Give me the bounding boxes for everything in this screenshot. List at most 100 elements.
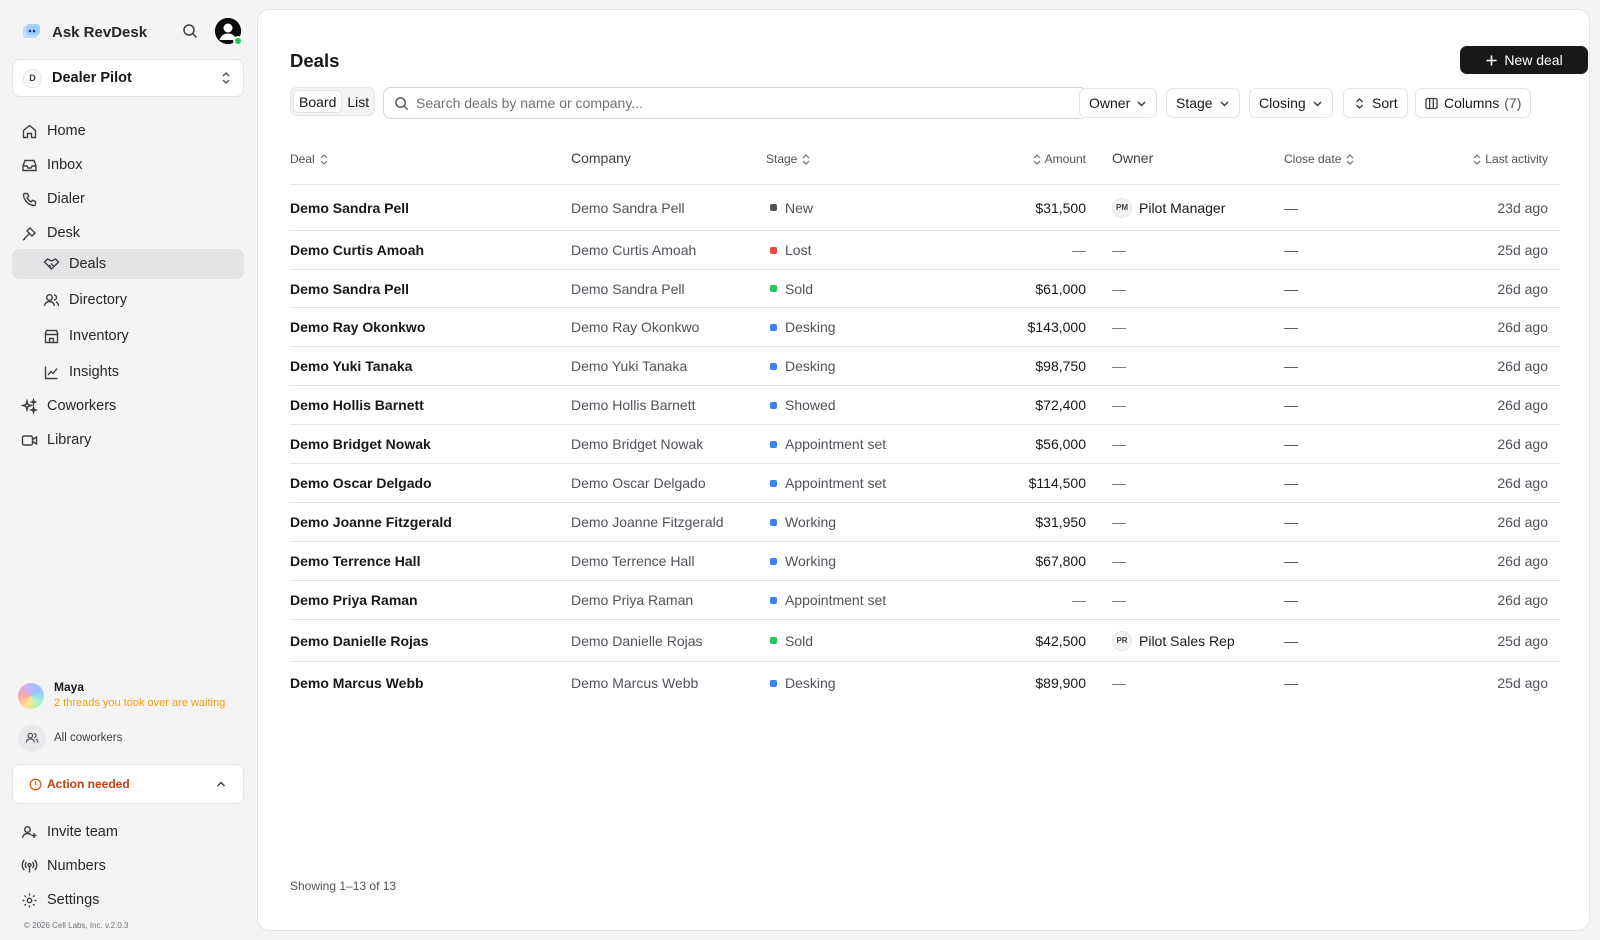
columns-button[interactable]: Columns (7) [1415,88,1532,118]
deal-name[interactable]: Demo Oscar Delgado [290,475,432,491]
store-icon [43,328,60,345]
col-company-label: Company [571,150,631,166]
stage-cell: Sold [770,281,813,297]
workspace-switcher[interactable]: D Dealer Pilot [12,59,244,97]
closing-filter-button[interactable]: Closing [1249,88,1333,118]
company-name: Demo Priya Raman [571,592,694,608]
nav-dialer[interactable]: Dialer [12,184,244,214]
stage-indicator [770,596,777,604]
table-row[interactable]: Demo Curtis Amoah Demo Curtis Amoah Lost — —… [290,231,1560,270]
user-avatar[interactable] [215,18,243,46]
nav-inventory[interactable]: Inventory [12,321,244,351]
close-date-value: — [1284,319,1298,335]
stage-indicator [770,557,777,565]
search-icon [394,96,409,111]
stage-label: Appointment set [785,436,887,452]
owner-cell: — [1112,281,1126,297]
owner-name: — [1112,397,1126,413]
owner-cell: — [1112,242,1126,258]
nav-home[interactable]: Home [12,116,244,146]
table-row[interactable]: Demo Danielle Rojas Demo Danielle Rojas So… [290,620,1560,662]
deal-name[interactable]: Demo Priya Raman [290,592,418,608]
stage-indicator [770,401,777,409]
nav-inbox[interactable]: Inbox [12,150,244,180]
last-activity-value: 23d ago [1497,199,1548,216]
table-row[interactable]: Demo Sandra Pell Demo Sandra Pell New $31,5… [290,185,1560,231]
search-icon[interactable] [182,23,200,41]
nav-home-label: Home [47,123,86,139]
amount-value: $143,000 [1027,319,1086,335]
stage-filter-button[interactable]: Stage [1166,88,1240,118]
table-row[interactable]: Demo Oscar Delgado Demo Oscar Delgado Appo… [290,464,1560,503]
table-row[interactable]: Demo Priya Raman Demo Priya Raman Appointm… [290,581,1560,620]
col-deal-header[interactable]: Deal [290,152,328,166]
company-name: Demo Terrence Hall [571,553,695,569]
deal-name[interactable]: Demo Sandra Pell [290,200,409,216]
nav-directory[interactable]: Directory [12,285,244,315]
owner-cell: — [1112,475,1126,491]
deal-name[interactable]: Demo Curtis Amoah [290,242,424,258]
table-row[interactable]: Demo Yuki Tanaka Demo Yuki Tanaka Desking $… [290,347,1560,386]
deal-name[interactable]: Demo Yuki Tanaka [290,358,412,374]
inbox-icon [21,157,38,174]
col-close-date-header[interactable]: Close date [1284,152,1354,166]
close-date-value: — [1284,358,1298,374]
view-list-option[interactable]: List [342,90,374,113]
action-needed-panel[interactable]: Action needed [12,764,244,804]
video-icon [21,432,38,449]
deal-search-box[interactable] [383,87,1088,119]
new-deal-button[interactable]: New deal [1460,46,1588,74]
owner-cell: — [1112,675,1126,691]
search-input[interactable] [416,95,1077,111]
stage-label: Showed [785,397,836,413]
deal-name[interactable]: Demo Danielle Rojas [290,633,429,649]
nav-settings[interactable]: Settings [12,885,244,915]
table-row[interactable]: Demo Ray Okonkwo Demo Ray Okonkwo Desking $… [290,308,1560,347]
owner-filter-label: Owner [1089,95,1131,111]
all-coworkers-link[interactable]: All coworkers [18,724,122,752]
table-row[interactable]: Demo Marcus Webb Demo Marcus Webb Desking $… [290,662,1560,704]
nav-settings-label: Settings [47,892,100,908]
broadcast-icon [21,858,38,875]
deal-name[interactable]: Demo Hollis Barnett [290,397,424,413]
deal-name[interactable]: Demo Bridget Nowak [290,436,431,452]
company-name: Demo Curtis Amoah [571,242,697,258]
deal-name[interactable]: Demo Terrence Hall [290,553,420,569]
nav-numbers[interactable]: Numbers [12,851,244,881]
owner-cell: PR Pilot Sales Rep [1112,630,1235,651]
col-amount-header[interactable]: Amount [1033,152,1086,166]
nav-library[interactable]: Library [12,425,244,455]
table-row[interactable]: Demo Sandra Pell Demo Sandra Pell Sold $61,… [290,270,1560,308]
company-name: Demo Sandra Pell [571,280,685,297]
amount-value: $98,750 [1035,358,1086,374]
stage-indicator [770,518,777,526]
owner-filter-button[interactable]: Owner [1079,88,1158,118]
table-row[interactable]: Demo Terrence Hall Demo Terrence Hall Work… [290,542,1560,581]
nav-invite-team[interactable]: Invite team [12,817,244,847]
last-activity-value: 26d ago [1497,319,1548,335]
stage-label: Sold [785,280,814,297]
company-name: Demo Hollis Barnett [571,397,696,413]
nav-deals[interactable]: Deals [12,249,244,279]
coworker-maya[interactable]: Maya 2 threads you took over are waiting [18,677,248,713]
sort-icon [1346,153,1354,165]
nav-insights[interactable]: Insights [12,357,244,387]
col-last-activity-header[interactable]: Last activity [1473,152,1548,166]
sort-icon [1473,153,1481,165]
deal-name[interactable]: Demo Ray Okonkwo [290,319,425,335]
stage-label: Appointment set [785,475,887,491]
nav-desk[interactable]: Desk [12,218,244,248]
stage-indicator [770,204,777,211]
table-row[interactable]: Demo Joanne Fitzgerald Demo Joanne Fitzge… [290,503,1560,542]
col-stage-header[interactable]: Stage [766,152,810,166]
deal-name[interactable]: Demo Joanne Fitzgerald [290,514,452,530]
deal-name[interactable]: Demo Sandra Pell [290,281,409,297]
sort-button[interactable]: Sort [1343,88,1408,118]
col-owner-header: Owner [1112,150,1153,166]
table-row[interactable]: Demo Hollis Barnett Demo Hollis Barnett Sh… [290,386,1560,425]
table-row[interactable]: Demo Bridget Nowak Demo Bridget Nowak Appo… [290,425,1560,464]
deal-name[interactable]: Demo Marcus Webb [290,675,424,691]
close-date-value: — [1284,514,1298,530]
view-board-option[interactable]: Board [293,90,343,113]
nav-coworkers[interactable]: Coworkers [12,391,244,421]
